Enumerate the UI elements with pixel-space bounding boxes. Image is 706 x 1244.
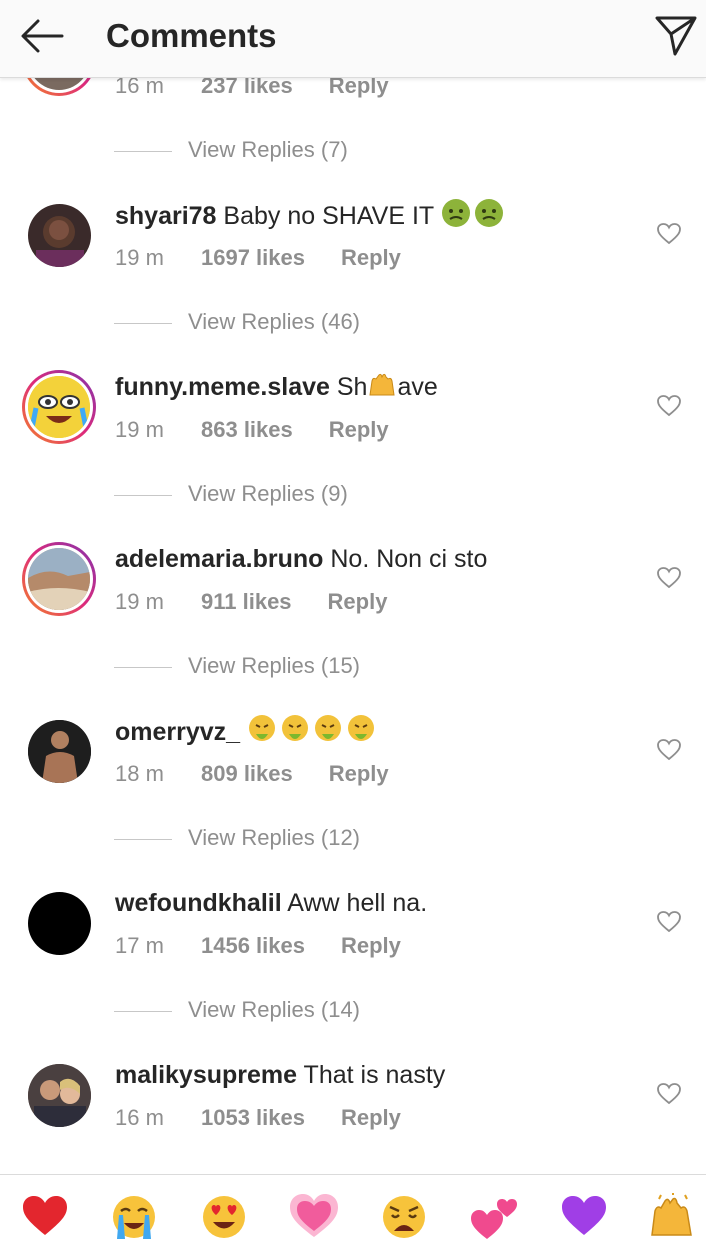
view-replies-button[interactable]: View Replies (7) bbox=[114, 135, 348, 165]
comment-username[interactable]: funny.meme.slave bbox=[115, 373, 330, 401]
reply-button[interactable]: Reply bbox=[341, 931, 401, 961]
comment-time: 16 m bbox=[115, 1105, 164, 1130]
view-replies-button[interactable]: View Replies (46) bbox=[114, 307, 360, 337]
red-heart-icon[interactable] bbox=[20, 1193, 70, 1243]
reply-button[interactable]: Reply bbox=[329, 78, 389, 101]
avatar[interactable] bbox=[28, 1064, 91, 1127]
view-replies-button[interactable]: View Replies (15) bbox=[114, 651, 360, 681]
comment-likes[interactable]: 1053 likes bbox=[201, 1103, 305, 1133]
divider bbox=[114, 666, 172, 668]
reply-button[interactable]: Reply bbox=[329, 415, 389, 445]
avatar[interactable] bbox=[22, 542, 96, 616]
heart-eyes-face-icon[interactable] bbox=[199, 1193, 249, 1243]
like-heart-icon[interactable] bbox=[656, 222, 682, 246]
comment-body: Baby no SHAVE IT bbox=[223, 202, 434, 230]
comment-time: 19 m bbox=[115, 589, 164, 614]
comment-likes[interactable]: 237 likes bbox=[201, 78, 293, 101]
comment-meta: 19 m 863 likes Reply bbox=[115, 415, 389, 445]
purple-heart-icon[interactable] bbox=[559, 1193, 609, 1243]
comment-meta: 17 m 1456 likes Reply bbox=[115, 931, 401, 961]
comment-meta: 19 m 1697 likes Reply bbox=[115, 243, 401, 273]
comment-text: omerryvz_ bbox=[115, 714, 377, 749]
arrow-left-icon bbox=[21, 19, 64, 53]
comment-likes[interactable]: 863 likes bbox=[201, 415, 293, 445]
vomiting-face-icon bbox=[249, 715, 375, 741]
comment-meta: 16 m 1053 likes Reply bbox=[115, 1103, 401, 1133]
reply-button[interactable]: Reply bbox=[328, 587, 388, 617]
two-hearts-icon[interactable] bbox=[469, 1193, 519, 1243]
like-heart-icon[interactable] bbox=[656, 738, 682, 762]
comment-likes[interactable]: 809 likes bbox=[201, 759, 293, 789]
avatar[interactable] bbox=[28, 720, 91, 783]
divider bbox=[114, 494, 172, 496]
comment-time: 16 m bbox=[115, 78, 164, 98]
like-heart-icon[interactable] bbox=[656, 566, 682, 590]
comment-text: shyari78 Baby no SHAVE IT bbox=[115, 198, 505, 233]
comment-text: funny.meme.slave Sh ave bbox=[115, 370, 438, 404]
comment-meta: 18 m 809 likes Reply bbox=[115, 759, 389, 789]
like-heart-icon[interactable] bbox=[656, 394, 682, 418]
view-replies-button[interactable]: View Replies (9) bbox=[114, 479, 348, 509]
comment-time: 18 m bbox=[115, 761, 164, 786]
paper-plane-icon bbox=[655, 16, 697, 56]
comment-time: 19 m bbox=[115, 417, 164, 442]
growing-heart-icon[interactable] bbox=[289, 1193, 339, 1243]
like-heart-icon[interactable] bbox=[656, 1082, 682, 1106]
comment-username[interactable]: omerryvz_ bbox=[115, 718, 240, 746]
loudly-crying-face-icon[interactable] bbox=[109, 1193, 159, 1243]
avatar[interactable] bbox=[28, 204, 91, 267]
raising-hands-icon bbox=[369, 373, 396, 396]
comment-body: Sh ave bbox=[336, 373, 438, 401]
comment-meta: 19 m 911 likes Reply bbox=[115, 587, 387, 617]
quick-emoji-bar bbox=[0, 1174, 706, 1244]
nauseated-face-icon bbox=[441, 199, 503, 227]
comment-text: wefoundkhalil Aww hell na. bbox=[115, 886, 427, 920]
comment-username[interactable]: wefoundkhalil bbox=[115, 889, 282, 917]
divider bbox=[114, 150, 172, 152]
page-title: Comments bbox=[106, 17, 277, 54]
view-replies-button[interactable]: View Replies (12) bbox=[114, 823, 360, 853]
comment-likes[interactable]: 1456 likes bbox=[201, 931, 305, 961]
divider bbox=[114, 1010, 172, 1012]
back-button[interactable] bbox=[18, 14, 66, 58]
comment-username[interactable]: adelemaria.bruno bbox=[115, 545, 323, 573]
avatar[interactable] bbox=[28, 892, 91, 955]
comment-meta: 16 m 237 likes Reply bbox=[115, 78, 389, 101]
comment-text: malikysupreme That is nasty bbox=[115, 1058, 445, 1092]
share-button[interactable] bbox=[652, 12, 700, 60]
comment-time: 17 m bbox=[115, 933, 164, 958]
reply-button[interactable]: Reply bbox=[329, 759, 389, 789]
comment-list[interactable]: 16 m 237 likes Reply View Replies (7) shya… bbox=[0, 78, 706, 1174]
divider bbox=[114, 322, 172, 324]
avatar[interactable] bbox=[22, 370, 96, 444]
comment-body: That is nasty bbox=[303, 1061, 446, 1089]
avatar[interactable] bbox=[22, 78, 96, 96]
reply-button[interactable]: Reply bbox=[341, 1103, 401, 1133]
comments-header: Comments bbox=[0, 0, 706, 78]
weary-face-icon[interactable] bbox=[379, 1193, 429, 1243]
comment-username[interactable]: shyari78 bbox=[115, 202, 216, 230]
view-replies-button[interactable]: View Replies (14) bbox=[114, 995, 360, 1025]
comment-text: adelemaria.bruno No. Non ci sto bbox=[115, 542, 487, 576]
comment-body: No. Non ci sto bbox=[330, 545, 488, 573]
comment-time: 19 m bbox=[115, 245, 164, 270]
comment-body: Aww hell na. bbox=[287, 889, 428, 917]
like-heart-icon[interactable] bbox=[656, 910, 682, 934]
comment-username[interactable]: malikysupreme bbox=[115, 1061, 297, 1089]
reply-button[interactable]: Reply bbox=[341, 243, 401, 273]
divider bbox=[114, 838, 172, 840]
comment-likes[interactable]: 1697 likes bbox=[201, 243, 305, 273]
raising-hands-icon[interactable] bbox=[649, 1193, 697, 1243]
comment-likes[interactable]: 911 likes bbox=[201, 587, 292, 617]
